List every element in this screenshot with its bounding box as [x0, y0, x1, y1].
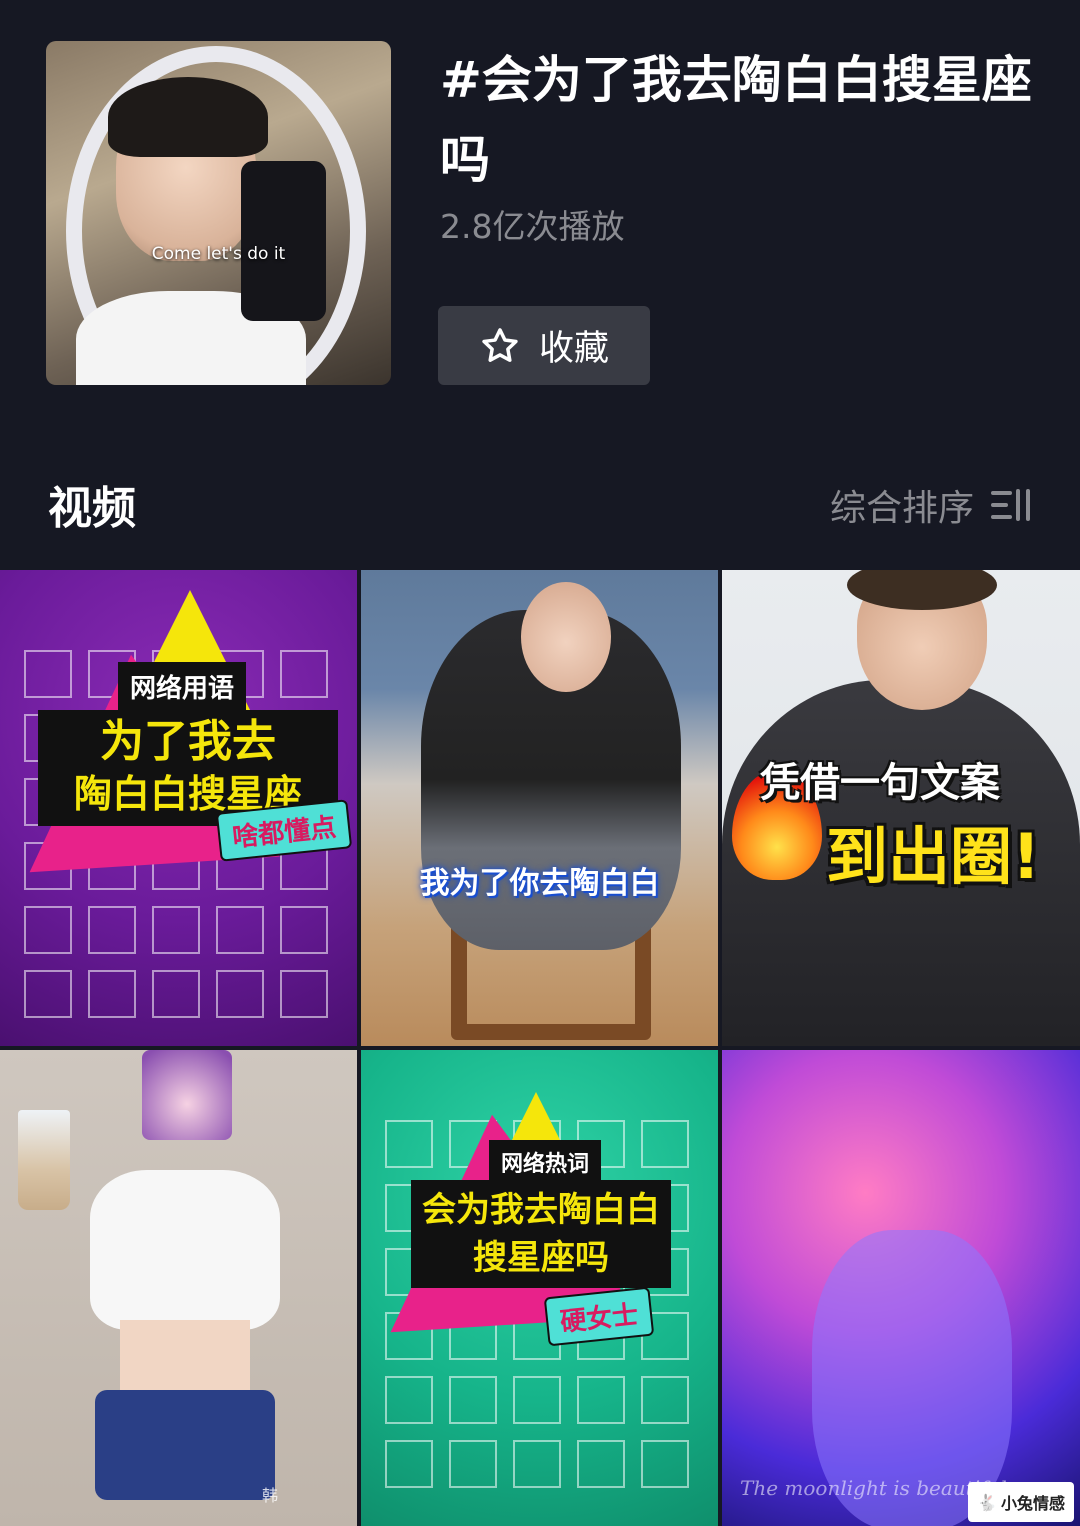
- video-card-1[interactable]: 网络用语 为了我去 陶白白搜星座 啥都懂点: [0, 570, 357, 1046]
- video-card-5[interactable]: 网络热词 会为我去陶白白 搜星座吗 硬女士: [361, 1050, 718, 1526]
- video-grid: 网络用语 为了我去 陶白白搜星座 啥都懂点 我为了你去陶白白 凭借一句文案 到出…: [0, 570, 1080, 1526]
- headline-line-2: 到出圈!: [826, 820, 1041, 893]
- meme-tag: 网络用语: [118, 662, 247, 711]
- meme-line-1: 为了我去: [100, 716, 276, 767]
- topic-cover-image[interactable]: Come let's do it: [46, 41, 391, 385]
- meme-line-1: 会为我去陶白白: [422, 1190, 660, 1230]
- headline-line-1: 凭借一句文案: [760, 760, 1000, 806]
- video-card-6[interactable]: The moonlight is beautiful 🐇 小兔情感: [722, 1050, 1080, 1526]
- section-title: 视频: [48, 483, 136, 534]
- video-caption: 我为了你去陶白白: [419, 866, 660, 901]
- topic-title: #会为了我去陶白白搜星座吗: [440, 51, 1032, 189]
- shorts: [95, 1390, 275, 1500]
- watermark: 🐇 小兔情感: [968, 1482, 1074, 1522]
- cover-caption: Come let's do it: [151, 244, 286, 264]
- drink-cup: [18, 1110, 70, 1210]
- sort-button[interactable]: 综合排序: [830, 480, 1032, 530]
- filter-sort-icon: [991, 489, 1030, 521]
- sort-label: 综合排序: [829, 488, 974, 529]
- video-card-2[interactable]: 我为了你去陶白白: [361, 570, 718, 1046]
- play-count: 2.8亿次播放: [440, 207, 625, 246]
- star-outline-icon: [482, 327, 518, 362]
- meme-tag: 网络热词: [489, 1140, 602, 1184]
- cover-hair: [108, 77, 268, 157]
- meme-text-box: 会为我去陶白白 搜星座吗: [411, 1180, 671, 1288]
- watermark-text: 小兔情感: [1000, 1494, 1065, 1513]
- video-card-3[interactable]: 凭借一句文案 到出圈!: [722, 570, 1080, 1046]
- favorite-button[interactable]: 收藏: [438, 306, 650, 385]
- rabbit-icon: 🐇: [977, 1492, 997, 1512]
- anime-sticker: [142, 1050, 232, 1140]
- video-card-4[interactable]: 韩: [0, 1050, 357, 1526]
- favorite-label: 收藏: [538, 329, 609, 369]
- head: [521, 582, 611, 692]
- video-caption: The moonlight is beautiful: [740, 1476, 1007, 1500]
- white-top: [90, 1170, 280, 1330]
- video-label: 韩: [262, 1486, 279, 1505]
- meme-line-2: 搜星座吗: [473, 1238, 609, 1278]
- cover-phone: [241, 161, 326, 321]
